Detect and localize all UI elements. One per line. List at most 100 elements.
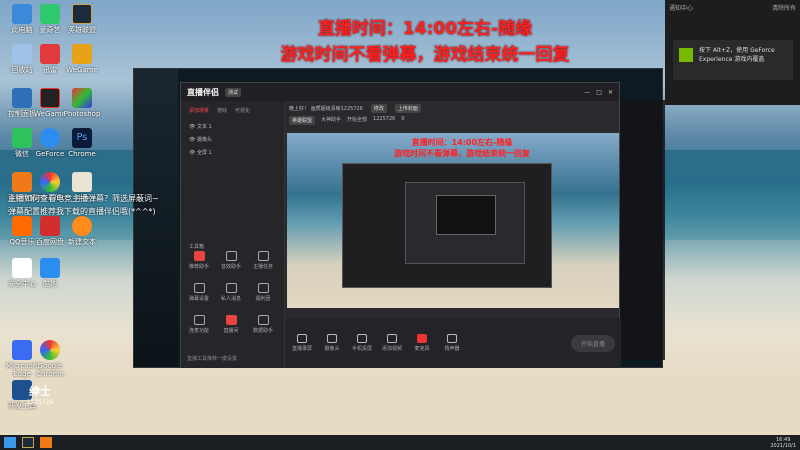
lol-icon — [72, 4, 92, 24]
iqiyi-icon — [40, 4, 60, 24]
tool-button[interactable]: 私人消息 — [217, 283, 245, 302]
notification-card[interactable]: 按下 Alt+Z，使用 GeForce Experience 游戏内覆盖 — [673, 40, 793, 80]
start-live-button[interactable]: 开始直播 — [570, 334, 615, 352]
bottom-toolbar: 直播录屏 摄像头 手机投屏 添加视频 麦克风 扬声器 开始直播 — [285, 318, 621, 368]
desktop-icon[interactable]: 酷狗 — [28, 258, 72, 288]
desktop-icon[interactable]: Google Chrome — [28, 340, 72, 378]
camera-icon — [327, 334, 337, 343]
tool-icon — [225, 251, 237, 261]
tool-icon — [257, 315, 269, 325]
upload-cover-button[interactable]: 上传封面 — [394, 104, 421, 113]
app-title: 直播伴侣 — [187, 87, 219, 97]
main-panel: 晚上好！ 画质超级清晰1225726 修改 上传封面 英雄联盟 大神助手 开始全… — [285, 101, 621, 368]
microphone-icon — [417, 334, 427, 343]
desktop-icon[interactable]: Photoshop — [60, 88, 104, 118]
tool-icon — [193, 283, 205, 293]
chat-message: 弹幕配置推荐我下载的直播伴侣哦(*^^*) — [8, 207, 156, 216]
status-badge: 测试 — [225, 87, 242, 97]
lol-icon[interactable] — [22, 437, 34, 448]
stream-title: 晚上好！ 画质超级清晰1225726 — [289, 106, 363, 112]
minimize-icon[interactable]: — — [584, 89, 590, 96]
scene-item[interactable]: 👁 文本 1 — [181, 120, 284, 133]
douyu-icon — [72, 216, 92, 236]
overlay-line-1: 直播时间：14:00左右-随缘 — [317, 19, 533, 39]
nested-window — [342, 163, 552, 288]
notification-header: 通知中心 清除所有 — [669, 3, 796, 12]
desktop-icon[interactable]: Ps Chrome — [60, 128, 104, 158]
area-label: 大神助手 — [321, 117, 342, 123]
desktop-icons: 此电脑 爱奇艺 英雄联盟 回收站 迅雷 WeGame 控制面板 WeGame P… — [0, 0, 100, 435]
streamer-watermark: 绅士 1225726 — [26, 385, 54, 406]
notification-panel: 通知中心 清除所有 按下 Alt+Z，使用 GeForce Experience… — [665, 0, 800, 105]
xunlei-icon — [40, 44, 60, 64]
title-bar: 直播伴侣 测试 — □ ✕ — [181, 83, 619, 101]
tool-button[interactable]: 音效助手 — [217, 251, 245, 270]
scene-tabs: 添加场景 游戏 可视化 — [181, 101, 284, 120]
toolbox-title: 工具箱 — [189, 244, 205, 250]
scene-item[interactable]: 👁 摄像头 — [181, 133, 284, 146]
tool-icon — [225, 315, 237, 325]
chrome-icon — [40, 172, 60, 192]
tab-add-scene[interactable]: 添加场景 — [189, 107, 209, 114]
close-icon[interactable]: ✕ — [608, 89, 613, 96]
live-companion-icon[interactable] — [40, 437, 52, 448]
room-label: 开始全部 — [347, 117, 368, 123]
speaker-button[interactable]: 扬声器 — [441, 334, 463, 352]
clear-all-button[interactable]: 清除所有 — [772, 3, 796, 12]
start-icon[interactable] — [4, 437, 16, 448]
screen-record-button[interactable]: 直播录屏 — [291, 334, 313, 352]
tool-button[interactable]: 主播任务 — [249, 251, 277, 270]
footer-note: 直播工具推荐一键设置 — [187, 356, 238, 362]
file-icon — [72, 172, 92, 192]
tool-button[interactable]: 福利团 — [249, 283, 277, 302]
wegame-icon — [72, 44, 92, 64]
tool-button[interactable]: 数据助手 — [249, 315, 277, 334]
tool-icon — [193, 315, 205, 325]
notification-message: 按下 Alt+Z，使用 GeForce Experience 游戏内覆盖 — [699, 47, 775, 63]
tab-visual[interactable]: 可视化 — [235, 107, 250, 114]
chat-message: 主播如何查看电竞主播弹幕？筛选屏蔽词~ — [8, 194, 159, 203]
edit-button[interactable]: 修改 — [370, 104, 387, 113]
phone-icon — [357, 334, 367, 343]
nested-window — [405, 182, 525, 264]
scene-panel: 添加场景 游戏 可视化 👁 文本 1 👁 摄像头 👁 全屏 1 工具箱 推荐助手… — [181, 101, 285, 368]
viewer-count: 1225726 — [373, 116, 396, 122]
phone-cast-button[interactable]: 手机投屏 — [351, 334, 373, 352]
microphone-button[interactable]: 麦克风 — [411, 334, 433, 352]
add-video-button[interactable]: 添加视频 — [381, 334, 403, 352]
stream-info: 晚上好！ 画质超级清晰1225726 修改 上传封面 英雄联盟 大神助手 开始全… — [285, 101, 621, 126]
like-count: 0 — [401, 116, 405, 122]
tool-icon — [257, 283, 269, 293]
tool-button[interactable]: 弹幕设置 — [185, 283, 213, 302]
system-clock[interactable]: 16:49 2021/10/1 — [770, 437, 796, 449]
tool-button[interactable]: 直播间 — [217, 315, 245, 334]
live-companion-window[interactable]: 直播伴侣 测试 — □ ✕ 添加场景 游戏 可视化 👁 文本 1 👁 摄像头 👁… — [180, 82, 621, 368]
lol-sidebar — [134, 69, 178, 367]
camera-button[interactable]: 摄像头 — [321, 334, 343, 352]
preview-overlay-text: 直播时间：14:00左右-随缘 游戏时间不看弹幕，游戏结束统一回复 — [394, 138, 530, 158]
tool-icon — [225, 283, 237, 293]
overlay-line-2: 游戏时间不看弹幕，游戏结束统一回复 — [280, 45, 570, 65]
chrome-icon — [40, 340, 60, 360]
tab-game[interactable]: 游戏 — [217, 107, 227, 114]
maximize-icon[interactable]: □ — [596, 89, 602, 96]
nvidia-icon — [679, 48, 693, 62]
app-icon — [72, 88, 92, 108]
stream-preview[interactable]: 直播时间：14:00左右-随缘 游戏时间不看弹幕，游戏结束统一回复 — [287, 133, 619, 308]
photoshop-icon: Ps — [72, 128, 92, 148]
desktop-icon[interactable]: WeGame — [60, 44, 104, 74]
tool-icon — [257, 251, 269, 261]
nested-window — [436, 195, 496, 235]
wps-icon — [40, 216, 60, 236]
monitor-icon — [297, 334, 307, 343]
tool-button[interactable]: 推荐助手 — [185, 251, 213, 270]
taskbar: 16:49 2021/10/1 — [0, 435, 800, 450]
edge-icon — [40, 128, 60, 148]
baidu-netdisk-icon — [40, 258, 60, 278]
wegame-icon — [40, 88, 60, 108]
scene-item[interactable]: 👁 全屏 1 — [181, 146, 284, 159]
desktop-icon[interactable]: 英雄联盟 — [60, 4, 104, 34]
category-tag[interactable]: 英雄联盟 — [289, 116, 316, 125]
desktop-icon[interactable]: 新建文本 — [60, 216, 104, 246]
tool-button[interactable]: 连麦功能 — [185, 315, 213, 334]
